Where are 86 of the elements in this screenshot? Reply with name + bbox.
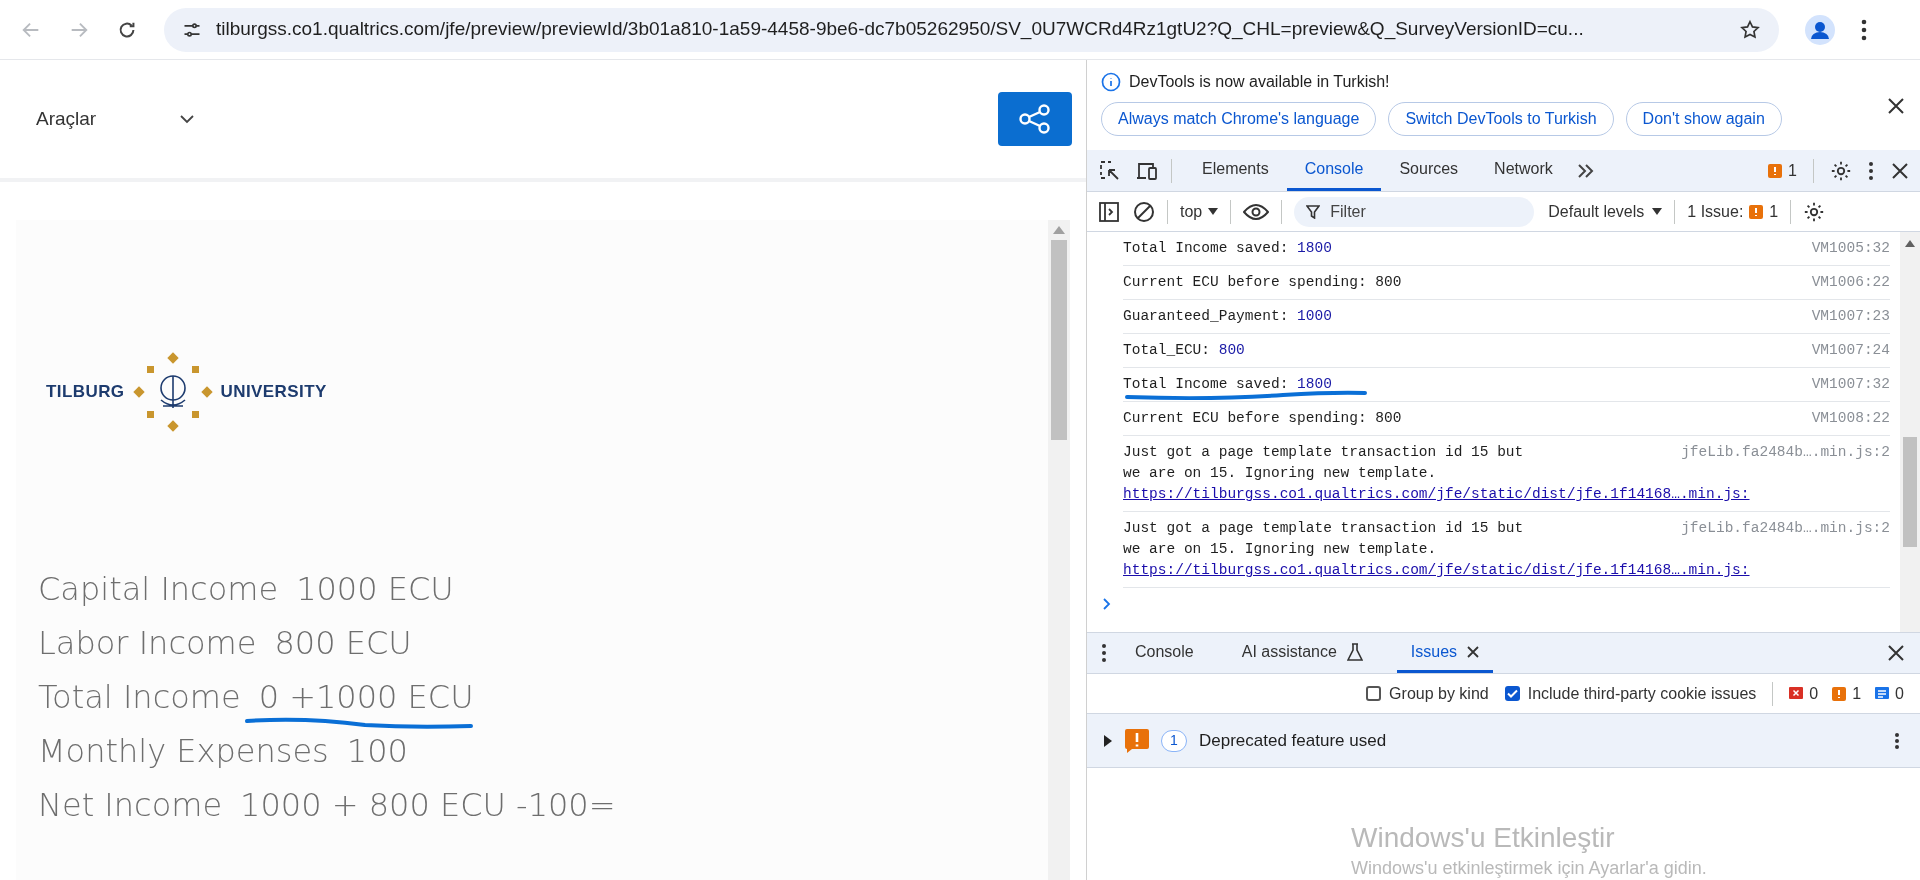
- line-label: Net Income: [38, 785, 223, 826]
- devtools-tab[interactable]: Sources: [1381, 150, 1477, 191]
- share-button[interactable]: [998, 92, 1072, 146]
- checkbox[interactable]: [1366, 686, 1382, 701]
- profile-avatar-icon[interactable]: [1805, 14, 1835, 45]
- chevron-down-icon: [180, 114, 195, 124]
- line-label: Labor Income: [38, 623, 257, 664]
- settings-icon[interactable]: [1803, 200, 1826, 223]
- console-message: Just got a page template transaction id 15 but we are on 15. Ignoring new template.: [1123, 519, 1525, 559]
- stack-link[interactable]: https://tilburgss.co1.qualtrics.com/jfe/static/dist/jfe.1f14168….min.js:: [1123, 484, 1890, 505]
- console-message: Current ECU before spending: 800: [1123, 273, 1402, 292]
- line-value: 0 +1000 ECU: [258, 670, 474, 724]
- console-message: Guaranteed_Payment: 1000: [1123, 307, 1332, 326]
- info-message: DevTools is now available in Turkish!: [1129, 72, 1390, 92]
- scrollbar[interactable]: [1900, 232, 1920, 632]
- issues-counter[interactable]: 1: [1768, 158, 1797, 183]
- sidebar-toggle-icon[interactable]: [1099, 201, 1119, 222]
- drawer-tab[interactable]: Console: [1121, 633, 1208, 673]
- inspect-element-icon[interactable]: [1099, 159, 1121, 182]
- settings-icon[interactable]: [1830, 159, 1852, 182]
- console-message: Just got a page template transaction id 15 but we are on 15. Ignoring new template.: [1123, 443, 1525, 483]
- line-label: Total Income: [38, 677, 241, 718]
- clear-console-icon[interactable]: [1133, 200, 1155, 223]
- checkbox-label: Include third-party cookie issues: [1527, 683, 1757, 704]
- issues-link[interactable]: 1 Issue: 1: [1687, 199, 1779, 224]
- more-options-icon[interactable]: [1868, 160, 1874, 181]
- more-tabs-icon[interactable]: [1576, 163, 1595, 178]
- activation-notice-text: Windows'u etkinleştirmek için Ayarlar'a gidin.: [1351, 857, 1708, 880]
- scrollbar-thumb[interactable]: [1051, 240, 1067, 440]
- console-message: Total Income saved: 1800: [1123, 239, 1332, 258]
- prompt-chevron-icon[interactable]: [1103, 598, 1111, 610]
- filter-field[interactable]: Filter: [1294, 196, 1535, 227]
- warning-icon: [1768, 163, 1783, 178]
- line-label: Monthly Expenses: [38, 731, 329, 772]
- scrollbar[interactable]: [1048, 220, 1070, 880]
- bookmark-star-icon[interactable]: [1739, 18, 1761, 41]
- warning-icon: [1749, 204, 1764, 219]
- checkbox[interactable]: [1504, 686, 1520, 701]
- close-icon[interactable]: [1467, 645, 1480, 658]
- close-icon[interactable]: [1888, 98, 1904, 114]
- info-icon: [1101, 72, 1121, 92]
- more-menu-icon[interactable]: [1861, 18, 1867, 41]
- line-value: 100: [346, 731, 408, 772]
- devtools-tab[interactable]: Network: [1476, 150, 1571, 191]
- warning-icon: [1125, 728, 1149, 753]
- drawer-tab[interactable]: Issues: [1396, 633, 1494, 673]
- line-value: 1000 ECU: [296, 569, 454, 610]
- context-selector[interactable]: top: [1180, 199, 1219, 224]
- issue-title: Deprecated feature used: [1199, 729, 1388, 752]
- devtools-tab[interactable]: Elements: [1184, 150, 1287, 191]
- filter-icon: [1306, 204, 1321, 219]
- more-options-icon[interactable]: [1894, 731, 1900, 750]
- flask-icon: [1346, 642, 1363, 661]
- expand-arrow-icon[interactable]: [1103, 734, 1113, 747]
- line-label: Capital Income: [38, 569, 279, 610]
- checkbox-label: Group by kind: [1389, 683, 1489, 704]
- drawer-menu-icon[interactable]: [1101, 643, 1107, 663]
- drawer-tab[interactable]: AI assistance: [1227, 633, 1377, 673]
- console-message: Current ECU before spending: 800: [1123, 409, 1402, 428]
- address-bar[interactable]: tilburgss.co1.qualtrics.com/jfe/preview/previewId/3b01a810-1a59-4458-9be6-dc7b05262950/SV_0U7WCRd4Rz1gtU2?Q_CHL=preview&Q_SurveyVersionID=cu...: [164, 7, 1779, 52]
- warning-count: 1: [1852, 683, 1862, 704]
- scroll-up-icon[interactable]: [1905, 240, 1915, 247]
- line-value: 1000 + 800 ECU -100=: [240, 785, 616, 826]
- message-icon: [1875, 686, 1890, 701]
- url-text: tilburgss.co1.qualtrics.com/jfe/preview/previewId/3b01a810-1a59-4458-9be6-dc7b05262950/SV_0U7WCRd4Rz1gtU2?Q_CHL=preview&Q_SurveyVersionID=cu...: [216, 17, 1585, 42]
- close-icon[interactable]: [1888, 645, 1904, 661]
- line-value: 800 ECU: [274, 623, 412, 664]
- error-count: 0: [1809, 683, 1819, 704]
- issue-count: 1: [1161, 729, 1187, 752]
- tools-dropdown[interactable]: Araçlar: [36, 104, 195, 134]
- university-logo: TILBURG UNIVERSITY: [38, 332, 338, 452]
- console-message: Total Income saved: 1800: [1123, 374, 1332, 395]
- caret-icon: [1652, 208, 1663, 215]
- log-levels-dropdown[interactable]: Default levels: [1548, 199, 1663, 224]
- share-icon: [1019, 104, 1051, 134]
- issue-row[interactable]: 1 Deprecated feature used: [1087, 714, 1920, 768]
- stack-link[interactable]: https://tilburgss.co1.qualtrics.com/jfe/static/dist/jfe.1f14168….min.js:: [1123, 560, 1890, 581]
- console-message: Total_ECU: 800: [1123, 341, 1245, 360]
- eye-icon[interactable]: [1243, 202, 1270, 221]
- info-count: 0: [1895, 683, 1904, 704]
- scrollbar-thumb[interactable]: [1903, 437, 1917, 547]
- close-icon[interactable]: [1892, 162, 1908, 179]
- error-icon: [1789, 686, 1804, 701]
- activation-notice-title: Windows'u Etkinleştir: [1351, 821, 1616, 855]
- caret-icon: [1208, 208, 1219, 215]
- warning-icon: [1832, 686, 1847, 701]
